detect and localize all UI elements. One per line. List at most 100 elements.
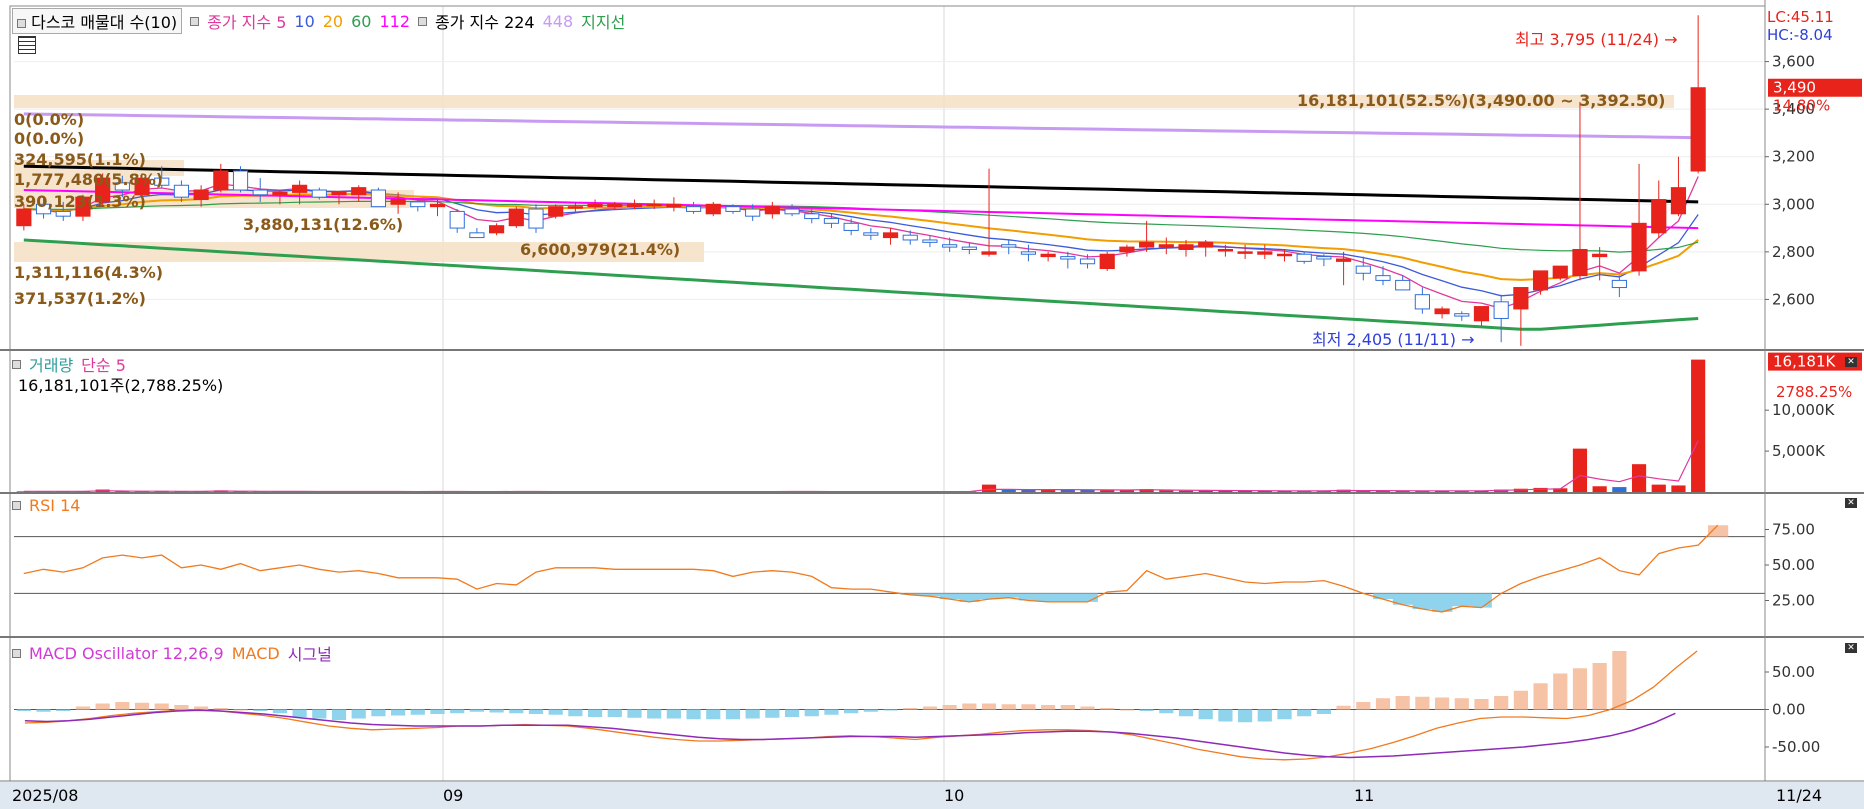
candle-body: [646, 203, 662, 207]
volume-last-tag: 16,181K: [1773, 353, 1836, 371]
ma10-legend[interactable]: 10: [294, 12, 314, 31]
volume-bar: [1612, 487, 1627, 492]
candle-body: [784, 208, 800, 215]
macd-oscillator-bar: [213, 708, 228, 710]
candle-body: [1198, 241, 1214, 248]
candle-body: [725, 206, 741, 212]
high-price-annotation: 최고 3,795 (11/24) →: [1515, 30, 1678, 49]
rsi-legend: RSI 14: [12, 496, 80, 515]
ma224-legend[interactable]: 종가 지수 224: [435, 9, 535, 33]
arrow-right-icon: →: [1461, 330, 1475, 349]
arrow-right-icon: →: [1664, 30, 1678, 49]
macd-oscillator-bar: [607, 709, 622, 717]
rsi-legend-title[interactable]: RSI 14: [29, 496, 80, 515]
rsi-y-tick: 25.00: [1772, 592, 1815, 610]
macd-oscillator-bar: [765, 709, 780, 718]
macd-osc-legend[interactable]: MACD Oscillator 12,26,9: [29, 644, 224, 663]
candle-body: [213, 170, 229, 191]
macd-oscillator-bar: [706, 709, 721, 720]
candle-body: [528, 208, 544, 229]
macd-oscillator-bar: [450, 709, 465, 714]
macd-y-tick: 50.00: [1772, 663, 1815, 681]
chart-canvas[interactable]: 3,6003,4003,2003,0002,8002,60010,000K5,0…: [0, 0, 1864, 809]
volume-bar: [1572, 448, 1588, 492]
macd-oscillator-bar: [1415, 696, 1430, 710]
candle-body: [626, 203, 643, 208]
price-legend: 다스코 매물대 수(10) 종가 지수 5 10 20 60 112 종가 지수…: [12, 8, 625, 34]
macd-panel-close-button[interactable]: ✕: [1845, 643, 1857, 653]
candle-body: [1099, 253, 1115, 270]
price-y-tick: 2,800: [1772, 243, 1815, 261]
candle-body: [292, 184, 308, 193]
macd-oscillator-bar: [1218, 709, 1233, 722]
volume-panel-close-button[interactable]: ✕: [1845, 357, 1857, 367]
volume-profile-legend[interactable]: 다스코 매물대 수(10): [12, 8, 183, 34]
macd-oscillator-bar: [115, 702, 130, 710]
macd-y-tick: 0.00: [1772, 701, 1805, 719]
candle-body: [272, 191, 288, 196]
macd-oscillator-bar: [95, 703, 110, 710]
rsi-oversold-fill: [1471, 593, 1492, 608]
candle-body: [390, 199, 406, 205]
macd-oscillator-bar: [1041, 705, 1056, 710]
volume-bar: [1533, 487, 1548, 492]
candle-body: [804, 213, 820, 220]
x-label-aug: 2025/08: [12, 786, 79, 805]
volume-bar: [1631, 464, 1647, 492]
grid-toggle-icon[interactable]: [18, 36, 36, 54]
candle-body: [1493, 301, 1509, 319]
support-line-legend[interactable]: 지지선: [581, 9, 625, 33]
ma448-legend[interactable]: 448: [543, 12, 574, 31]
ma20-legend[interactable]: 20: [323, 12, 343, 31]
hc-label: HC:-8.04: [1767, 26, 1833, 44]
volume-profile-label: 371,537(1.2%): [14, 289, 146, 308]
ma112-legend[interactable]: 112: [379, 12, 410, 31]
macd-oscillator-bar: [391, 709, 406, 716]
volume-profile-label: 16,181,101(52.5%)(3,490.00 ~ 3,392.50): [1297, 91, 1666, 110]
candle-body: [1552, 265, 1568, 279]
ma60-legend[interactable]: 60: [351, 12, 371, 31]
price-y-tick: 3,200: [1772, 148, 1815, 166]
macd-oscillator-bar: [1375, 698, 1391, 710]
candle-body: [1473, 306, 1490, 322]
candle-body: [508, 208, 524, 227]
macd-oscillator-bar: [1533, 683, 1548, 710]
rsi-panel-close-button[interactable]: ✕: [1845, 498, 1857, 508]
volume-profile-label: 6,600,979(21.4%): [520, 240, 681, 259]
macd-line-legend[interactable]: MACD: [232, 644, 280, 663]
candle-body: [55, 210, 71, 217]
candle-body: [410, 201, 426, 208]
macd-oscillator-bar: [1316, 709, 1331, 714]
signal-line-legend[interactable]: 시그널: [288, 641, 332, 665]
macd-oscillator-bar: [1336, 705, 1351, 710]
candle-body: [1690, 87, 1706, 172]
candle-body: [666, 203, 682, 208]
macd-oscillator-bar: [154, 703, 169, 710]
macd-oscillator-bar: [962, 703, 977, 710]
macd-oscillator-bar: [1159, 709, 1174, 714]
candle-body: [823, 218, 840, 224]
low-price-annotation: 최저 2,405 (11/11) →: [1312, 330, 1475, 349]
macd-oscillator-bar: [548, 709, 563, 715]
macd-oscillator-bar: [430, 709, 445, 714]
macd-oscillator-bar: [1178, 709, 1194, 717]
volume-profile-label: 390,123(1.3%): [14, 192, 146, 211]
macd-oscillator-bar: [371, 709, 386, 717]
macd-oscillator-bar: [587, 709, 603, 717]
macd-oscillator-bar: [1257, 709, 1272, 722]
volume-summary: 16,181,101주(2,788.25%): [18, 376, 224, 395]
candle-body: [469, 232, 485, 239]
volume-bar: [1159, 490, 1174, 493]
price-y-tick: 2,600: [1772, 290, 1815, 308]
lc-label: LC:45.11: [1767, 8, 1834, 26]
macd-oscillator-bar: [1434, 697, 1450, 710]
candle-body: [607, 203, 623, 208]
macd-oscillator-bar: [312, 709, 327, 719]
ma5-legend[interactable]: 종가 지수 5: [207, 9, 286, 33]
macd-oscillator-bar: [883, 709, 898, 711]
candle-body: [1611, 279, 1627, 289]
candle-body: [981, 251, 997, 255]
candle-body: [1395, 279, 1411, 291]
candle-body: [1454, 313, 1470, 317]
volume-bar: [981, 484, 997, 492]
